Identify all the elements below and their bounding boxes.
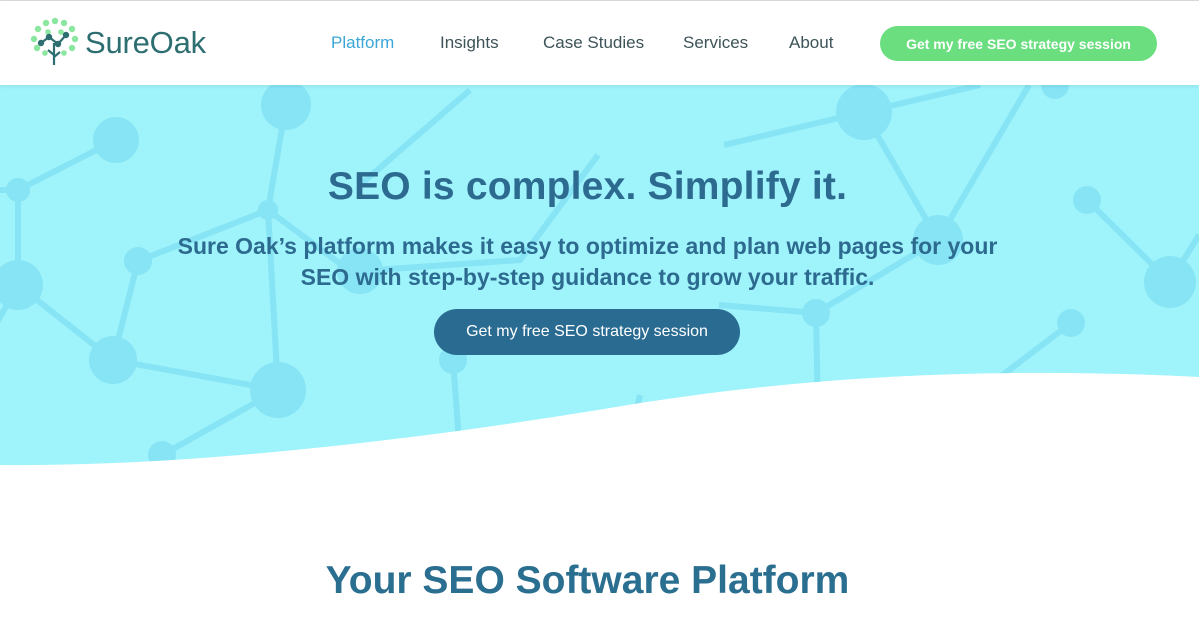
hero-cta-button[interactable]: Get my free SEO strategy session bbox=[434, 309, 740, 355]
logo[interactable]: SureOak bbox=[28, 17, 238, 69]
header-cta-button[interactable]: Get my free SEO strategy session bbox=[880, 26, 1157, 61]
nav-about[interactable]: About bbox=[789, 33, 833, 53]
section-title: Your SEO Software Platform bbox=[325, 559, 850, 603]
nav-platform[interactable]: Platform bbox=[331, 33, 394, 53]
brand-name: SureOak bbox=[85, 25, 206, 60]
hero-title: SEO is complex. Simplify it. bbox=[327, 165, 848, 209]
nav-services[interactable]: Services bbox=[683, 33, 748, 53]
hero-section: SEO is complex. Simplify it. Sure Oak’s … bbox=[0, 85, 1199, 485]
hero-subtitle: Sure Oak’s platform makes it easy to opt… bbox=[177, 233, 998, 290]
tree-network-icon bbox=[30, 17, 79, 65]
nav-case-studies[interactable]: Case Studies bbox=[543, 33, 644, 53]
nav-insights[interactable]: Insights bbox=[440, 33, 499, 53]
site-header: SureOak Platform Insights Case Studies S… bbox=[0, 1, 1199, 85]
